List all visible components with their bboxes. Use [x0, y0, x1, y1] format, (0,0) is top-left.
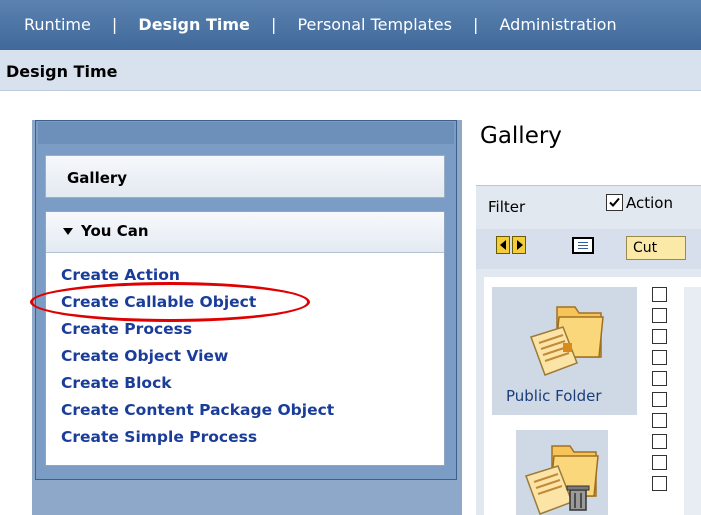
- create-process-link[interactable]: Create Process: [61, 317, 334, 344]
- sidebar-footer: [32, 480, 462, 515]
- public-folder-tile[interactable]: Public Folder: [492, 287, 637, 415]
- row-checkbox[interactable]: [652, 413, 667, 428]
- gallery-side-strip: [684, 287, 701, 515]
- page-header: Design Time: [0, 50, 701, 91]
- row-checkbox[interactable]: [652, 350, 667, 365]
- row-checkbox[interactable]: [652, 287, 667, 302]
- trash-folder-icon: [522, 438, 602, 515]
- create-callable-object-link[interactable]: Create Callable Object: [61, 290, 334, 317]
- folder-icon: [527, 299, 607, 383]
- create-simple-process-link[interactable]: Create Simple Process: [61, 425, 334, 452]
- filter-label: Filter: [488, 198, 526, 216]
- row-checkbox[interactable]: [652, 455, 667, 470]
- create-block-link[interactable]: Create Block: [61, 371, 334, 398]
- nav-design-time[interactable]: Design Time: [138, 15, 249, 34]
- row-checkbox-column: [652, 287, 672, 497]
- create-action-link[interactable]: Create Action: [61, 263, 334, 290]
- gallery-title: Gallery: [480, 123, 562, 149]
- gallery-button-label: Gallery: [67, 169, 128, 187]
- gallery-button[interactable]: Gallery: [45, 155, 445, 198]
- checkmark-icon: [609, 197, 620, 207]
- arrow-right-icon[interactable]: [512, 236, 526, 254]
- arrow-left-icon[interactable]: [496, 236, 510, 254]
- collapse-arrow-icon: [63, 228, 73, 235]
- row-checkbox[interactable]: [652, 434, 667, 449]
- row-checkbox[interactable]: [652, 476, 667, 491]
- nav-separator: |: [111, 15, 118, 34]
- you-can-header[interactable]: You Can: [46, 212, 444, 253]
- action-list: Create Action Create Callable Object Cre…: [61, 263, 334, 452]
- row-checkbox[interactable]: [652, 392, 667, 407]
- you-can-panel: You Can Create Action Create Callable Ob…: [45, 211, 445, 466]
- you-can-title: You Can: [81, 222, 149, 240]
- nav-runtime[interactable]: Runtime: [24, 15, 91, 34]
- cut-button[interactable]: Cut: [626, 236, 686, 260]
- sidebar-top-strip: [38, 122, 454, 144]
- create-content-package-object-link[interactable]: Create Content Package Object: [61, 398, 334, 425]
- nav-separator: |: [473, 15, 479, 34]
- design-time-page: Runtime | Design Time | Personal Templat…: [0, 0, 701, 515]
- create-object-view-link[interactable]: Create Object View: [61, 344, 334, 371]
- page-title: Design Time: [6, 62, 118, 81]
- public-folder-label: Public Folder: [506, 387, 602, 405]
- top-navigation-items: Runtime | Design Time | Personal Templat…: [24, 15, 617, 34]
- trash-folder-tile[interactable]: [516, 430, 608, 515]
- top-navigation-bar: Runtime | Design Time | Personal Templat…: [0, 0, 701, 50]
- row-checkbox[interactable]: [652, 329, 667, 344]
- row-checkbox[interactable]: [652, 371, 667, 386]
- action-filter-label: Action: [626, 194, 673, 212]
- nav-separator: |: [270, 15, 277, 34]
- nav-administration[interactable]: Administration: [500, 15, 617, 34]
- row-checkbox[interactable]: [652, 308, 667, 323]
- details-view-icon[interactable]: [572, 237, 594, 254]
- action-filter-checkbox[interactable]: [606, 194, 623, 211]
- navigation-arrows[interactable]: [496, 236, 528, 256]
- nav-personal-templates[interactable]: Personal Templates: [297, 15, 451, 34]
